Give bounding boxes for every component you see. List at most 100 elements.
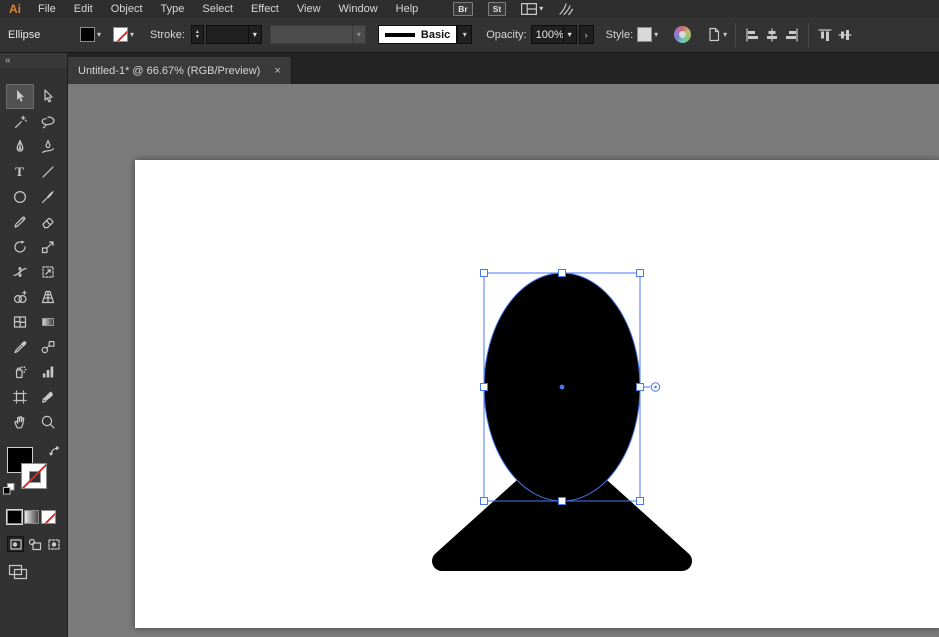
align-vertical-center-button[interactable] (835, 26, 855, 44)
chevron-down-icon[interactable]: ▾ (248, 26, 261, 43)
align-horizontal-center-button[interactable] (762, 26, 782, 44)
chevron-down-icon[interactable]: ▾ (563, 26, 576, 43)
illustrator-window: Ai File Edit Object Type Select Effect V… (0, 0, 939, 637)
arrange-documents-button[interactable]: ▾ (521, 3, 543, 15)
stroke-weight-select[interactable]: ▾ (206, 25, 262, 44)
none-button[interactable] (41, 510, 56, 524)
menu-item-object[interactable]: Object (102, 2, 152, 16)
menu-item-effect[interactable]: Effect (242, 2, 288, 16)
workspace-button[interactable] (558, 2, 574, 15)
tool-ellipse[interactable] (6, 184, 34, 209)
stroke-swatch[interactable] (21, 463, 47, 489)
tool-line-segment[interactable] (34, 159, 62, 184)
tool-type[interactable]: T (6, 159, 34, 184)
arrange-documents-icon (521, 3, 537, 15)
bbox-handle-n[interactable] (559, 270, 566, 277)
tool-blend[interactable] (34, 334, 62, 359)
document-options-button[interactable]: ▾ (707, 27, 727, 42)
menu-item-select[interactable]: Select (193, 2, 242, 16)
tool-free-transform[interactable] (34, 259, 62, 284)
tool-zoom[interactable] (34, 409, 62, 434)
align-horizontal-right-button[interactable] (782, 26, 802, 44)
tool-lasso[interactable] (34, 109, 62, 134)
opacity-panel-button[interactable]: › (579, 25, 594, 44)
menu-item-file[interactable]: File (29, 2, 65, 16)
fill-color-control[interactable]: ▾ (80, 27, 101, 42)
tool-gradient[interactable] (34, 309, 62, 334)
draw-inside-button[interactable] (45, 536, 62, 552)
opacity-label[interactable]: Opacity: (486, 29, 526, 41)
stroke-label[interactable]: Stroke: (150, 29, 185, 41)
bbox-handle-s[interactable] (559, 498, 566, 505)
brush-definition-dropdown-button[interactable]: ▾ (457, 25, 472, 44)
width-tool-icon (12, 264, 28, 280)
bbox-handle-sw[interactable] (481, 498, 488, 505)
tool-symbol-sprayer[interactable] (6, 359, 34, 384)
color-button[interactable] (7, 510, 22, 524)
spinner-down-icon[interactable]: ▾ (196, 35, 199, 40)
default-fill-stroke-icon[interactable] (3, 482, 15, 500)
stroke-weight-stepper[interactable]: ▴ ▾ (191, 25, 204, 44)
tool-column-graph[interactable] (34, 359, 62, 384)
bridge-button[interactable]: Br (453, 2, 472, 16)
chevron-down-icon[interactable]: ▾ (130, 31, 134, 39)
tool-eyedropper[interactable] (6, 334, 34, 359)
tool-pen[interactable] (6, 134, 34, 159)
align-vertical-top-button[interactable] (815, 26, 835, 44)
style-swatch[interactable] (637, 27, 652, 42)
tool-shape-builder[interactable] (6, 284, 34, 309)
chevron-down-icon[interactable]: ▾ (654, 31, 658, 39)
tool-mesh[interactable] (6, 309, 34, 334)
tool-pencil[interactable] (6, 209, 34, 234)
close-tab-icon[interactable]: × (274, 65, 280, 77)
tool-width[interactable] (6, 259, 34, 284)
tool-hand[interactable] (6, 409, 34, 434)
draw-normal-button[interactable] (7, 536, 24, 552)
gradient-button[interactable] (24, 510, 39, 524)
style-select[interactable]: ▾ (637, 27, 658, 42)
menu-item-edit[interactable]: Edit (65, 2, 102, 16)
recolor-artwork-button[interactable] (674, 26, 691, 43)
tool-selection[interactable] (6, 84, 34, 109)
center-point[interactable] (560, 385, 565, 390)
tool-curvature[interactable] (34, 134, 62, 159)
chevron-down-icon[interactable]: ▾ (97, 31, 101, 39)
draw-behind-button[interactable] (26, 536, 43, 552)
tool-magic-wand[interactable] (6, 109, 34, 134)
tool-eraser[interactable] (34, 209, 62, 234)
style-label[interactable]: Style: (606, 29, 634, 41)
tool-scale[interactable] (34, 234, 62, 259)
stroke-color-control[interactable]: ▾ (113, 27, 134, 42)
menu-item-type[interactable]: Type (152, 2, 194, 16)
tool-rotate[interactable] (6, 234, 34, 259)
align-horizontal-left-button[interactable] (742, 26, 762, 44)
slice-icon (40, 389, 56, 405)
menu-item-view[interactable]: View (288, 2, 330, 16)
line-segment-icon (40, 164, 56, 180)
bbox-handle-se[interactable] (637, 498, 644, 505)
brush-definition-select[interactable]: Basic (378, 25, 457, 44)
opacity-select[interactable]: 100% ▾ (531, 25, 577, 44)
fill-color-swatch[interactable] (80, 27, 95, 42)
document-tab[interactable]: Untitled-1* @ 66.67% (RGB/Preview) × (68, 57, 292, 84)
artboard[interactable] (135, 160, 939, 628)
menu-item-window[interactable]: Window (330, 2, 387, 16)
bbox-handle-w[interactable] (481, 384, 488, 391)
screen-mode-button[interactable] (8, 564, 30, 580)
bbox-handle-nw[interactable] (481, 270, 488, 277)
tool-artboard[interactable] (6, 384, 34, 409)
swap-fill-stroke-icon[interactable] (49, 444, 60, 462)
tool-direct-selection[interactable] (34, 84, 62, 109)
stock-button[interactable]: St (488, 2, 507, 16)
collapse-panel-icon[interactable]: « (5, 55, 11, 66)
menu-item-help[interactable]: Help (387, 2, 428, 16)
bbox-handle-ne[interactable] (637, 270, 644, 277)
tool-paintbrush[interactable] (34, 184, 62, 209)
brush-name: Basic (421, 29, 450, 41)
panel-arrow-icon: › (585, 30, 588, 40)
bbox-handle-e[interactable] (637, 384, 644, 391)
tool-perspective-grid[interactable] (34, 284, 62, 309)
canvas-pasteboard[interactable] (68, 84, 939, 637)
tool-slice[interactable] (34, 384, 62, 409)
stroke-color-swatch[interactable] (113, 27, 128, 42)
